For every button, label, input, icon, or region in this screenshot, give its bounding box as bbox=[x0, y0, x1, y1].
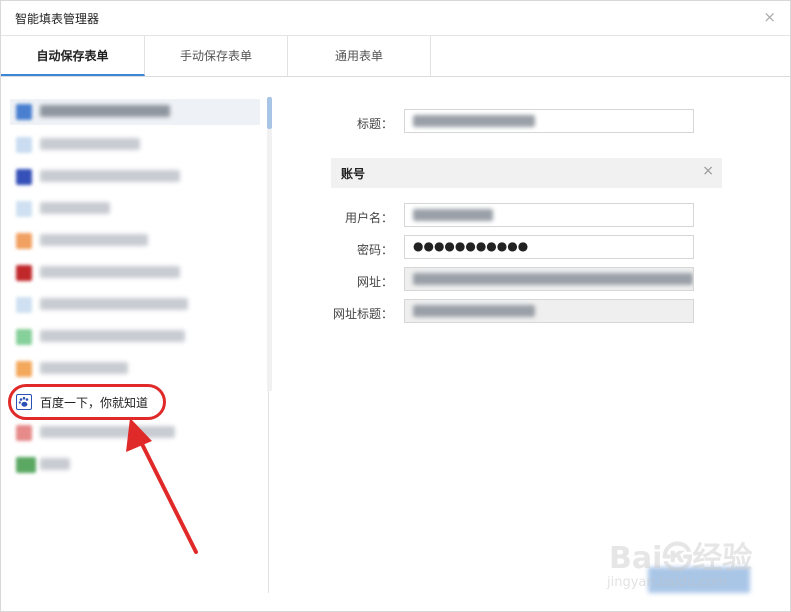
site-favicon-icon bbox=[16, 329, 32, 345]
list-item[interactable] bbox=[10, 228, 260, 254]
list-item[interactable] bbox=[10, 260, 260, 286]
site-favicon-icon bbox=[16, 457, 36, 473]
blurred-item-label bbox=[40, 266, 180, 278]
list-item[interactable] bbox=[10, 164, 260, 190]
site-favicon-icon bbox=[16, 104, 32, 120]
blurred-item-label bbox=[40, 202, 110, 214]
list-item[interactable] bbox=[10, 292, 260, 318]
url-label: 网址： bbox=[356, 275, 393, 289]
site-favicon-icon bbox=[16, 425, 32, 441]
tab-bar: 自动保存表单 手动保存表单 通用表单 bbox=[1, 36, 790, 77]
site-favicon-icon bbox=[16, 361, 32, 377]
list-item-baidu[interactable]: 百度一下，你就知道 bbox=[10, 389, 260, 415]
list-item[interactable] bbox=[10, 356, 260, 382]
title-label: 标题： bbox=[356, 117, 393, 131]
password-field[interactable]: ●●●●●●●●●●● bbox=[404, 235, 694, 259]
window-title: 智能填表管理器 bbox=[15, 12, 100, 26]
title-field[interactable] bbox=[404, 109, 694, 133]
blurred-item-label bbox=[40, 170, 180, 182]
site-favicon-icon bbox=[16, 265, 32, 281]
site-favicon-icon bbox=[16, 201, 32, 217]
list-item[interactable] bbox=[10, 132, 260, 158]
site-favicon-icon bbox=[16, 137, 32, 153]
site-favicon-icon bbox=[16, 297, 32, 313]
username-label: 用户名： bbox=[344, 211, 393, 225]
account-section-title: 账号 bbox=[341, 167, 366, 181]
title-bar: 智能填表管理器 × bbox=[1, 1, 790, 36]
saved-form-list[interactable]: 百度一下，你就知道 bbox=[6, 97, 272, 593]
blurred-item-label bbox=[40, 458, 70, 470]
password-mask: ●●●●●●●●●●● bbox=[413, 239, 529, 253]
list-item[interactable] bbox=[10, 196, 260, 222]
list-item[interactable] bbox=[10, 324, 260, 350]
section-close-icon[interactable]: × bbox=[702, 163, 714, 179]
list-item[interactable] bbox=[10, 99, 260, 125]
blurred-field-value bbox=[413, 305, 535, 317]
list-item-label: 百度一下，你就知道 bbox=[40, 396, 149, 410]
site-favicon-icon bbox=[16, 233, 32, 249]
blurred-item-label bbox=[40, 234, 148, 246]
smart-form-manager-window: 智能填表管理器 × 自动保存表单 手动保存表单 通用表单 百度一下，你就知道 标… bbox=[0, 0, 791, 612]
baidu-paw-icon bbox=[16, 394, 32, 410]
blurred-item-label bbox=[40, 426, 175, 438]
tab-general-forms[interactable]: 通用表单 bbox=[288, 36, 431, 76]
list-scrollbar-track[interactable] bbox=[267, 129, 272, 391]
blurred-item-label bbox=[40, 362, 128, 374]
username-field[interactable] bbox=[404, 203, 694, 227]
account-section-header: 账号 × bbox=[331, 158, 722, 188]
blurred-action-button[interactable] bbox=[648, 567, 750, 593]
blurred-field-value bbox=[413, 209, 493, 221]
site-favicon-icon bbox=[16, 169, 32, 185]
blurred-item-label bbox=[40, 138, 140, 150]
blurred-item-label bbox=[40, 105, 170, 117]
list-item[interactable] bbox=[10, 420, 260, 446]
blurred-item-label bbox=[40, 330, 185, 342]
tab-auto-saved-forms[interactable]: 自动保存表单 bbox=[1, 36, 145, 76]
window-close-icon[interactable]: × bbox=[763, 8, 776, 26]
blurred-field-value bbox=[413, 273, 693, 285]
url-title-field[interactable] bbox=[404, 299, 694, 323]
list-scrollbar-thumb[interactable] bbox=[267, 97, 272, 129]
url-field[interactable] bbox=[404, 267, 694, 291]
password-label: 密码： bbox=[356, 243, 393, 257]
blurred-item-label bbox=[40, 298, 188, 310]
url-title-label: 网址标题： bbox=[332, 307, 393, 321]
list-item[interactable] bbox=[10, 452, 260, 478]
tab-manual-saved-forms[interactable]: 手动保存表单 bbox=[145, 36, 288, 76]
blurred-field-value bbox=[413, 115, 535, 127]
